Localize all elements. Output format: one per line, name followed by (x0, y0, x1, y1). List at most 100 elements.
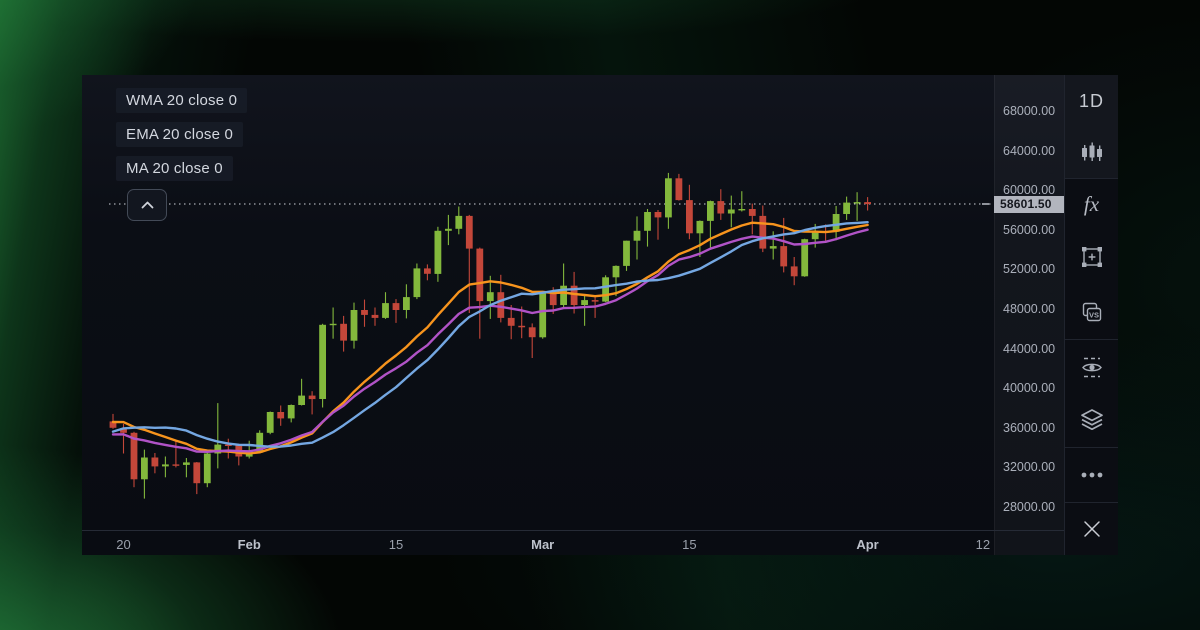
x-axis-label: 15 (389, 537, 403, 552)
ellipsis-icon (1079, 463, 1105, 487)
layers-icon (1079, 408, 1105, 432)
candle (550, 293, 557, 305)
y-axis-label: 48000.00 (1003, 301, 1055, 317)
candle (665, 178, 672, 217)
x-axis-label: 20 (116, 537, 130, 552)
indicator-line-ma[interactable] (113, 222, 868, 447)
svg-text:VS: VS (1088, 310, 1098, 319)
candle (340, 324, 347, 341)
frame-plus-icon (1080, 245, 1104, 269)
candle (141, 458, 148, 480)
legend-item-ma-label: MA 20 close 0 (116, 156, 233, 181)
y-axis-label: 44000.00 (1003, 341, 1055, 357)
candles-icon (1080, 142, 1104, 164)
y-axis-label: 64000.00 (1003, 143, 1055, 159)
candle (749, 209, 756, 216)
candle (676, 178, 683, 200)
last-price-value: 58601.50 (1000, 197, 1052, 211)
indicator-legend: WMA 20 close 0 EMA 20 close 0 MA 20 clos… (116, 88, 247, 190)
candle (455, 216, 462, 229)
y-axis-label: 68000.00 (1003, 103, 1055, 119)
more-button[interactable] (1065, 447, 1118, 502)
candle (162, 464, 169, 466)
legend-collapse-button[interactable] (127, 189, 167, 221)
y-axis-label: 36000.00 (1003, 420, 1055, 436)
candle (497, 292, 504, 318)
x-axis-label: 12 (976, 537, 990, 552)
candle (686, 200, 693, 233)
candle (277, 412, 284, 418)
chart-style-button[interactable] (1065, 127, 1118, 178)
candle (152, 458, 159, 467)
indicators-button[interactable]: fx (1065, 178, 1118, 230)
candle (351, 310, 358, 341)
candle (864, 202, 871, 204)
candle (644, 212, 651, 231)
candle (613, 266, 620, 277)
indicator-line-ema[interactable] (113, 230, 868, 452)
candle (298, 396, 305, 405)
candle (518, 326, 525, 328)
candle (791, 266, 798, 276)
legend-item-wma[interactable]: WMA 20 close 0 (116, 88, 247, 113)
candle (592, 300, 599, 302)
candle (655, 212, 662, 217)
candle (717, 201, 724, 213)
candle (288, 405, 295, 418)
candle (602, 277, 609, 301)
candle (738, 209, 745, 210)
candle (372, 315, 379, 318)
candle (414, 268, 421, 297)
candle (529, 327, 536, 337)
candle (854, 202, 861, 203)
y-axis-label: 40000.00 (1003, 380, 1055, 396)
candle (634, 231, 641, 241)
x-axis-label: Mar (531, 537, 554, 552)
hide-drawings-button[interactable] (1065, 339, 1118, 393)
candle (309, 396, 316, 400)
x-axis-label: Feb (238, 537, 261, 552)
candle (330, 324, 337, 325)
candle (424, 268, 431, 273)
eye-dashed-icon (1079, 355, 1105, 379)
candle (780, 246, 787, 266)
close-button[interactable] (1065, 502, 1118, 555)
layers-button[interactable] (1065, 393, 1118, 447)
candle (204, 454, 211, 484)
legend-item-wma-label: WMA 20 close 0 (116, 88, 247, 113)
fx-icon: fx (1084, 192, 1099, 217)
x-axis-label: Apr (856, 537, 878, 552)
y-axis-label: 32000.00 (1003, 459, 1055, 475)
compare-button[interactable]: VS (1065, 284, 1118, 339)
candle (361, 310, 368, 315)
candle (403, 297, 410, 310)
candle (193, 462, 200, 483)
candle (393, 303, 400, 310)
time-axis[interactable]: 20 Feb 15 Mar 15 Apr 12 (82, 530, 1064, 555)
close-icon (1080, 517, 1104, 541)
frame-expand-button[interactable] (1065, 230, 1118, 284)
candle (707, 201, 714, 221)
candle (445, 229, 452, 231)
candle (508, 318, 515, 326)
legend-item-ema[interactable]: EMA 20 close 0 (116, 122, 247, 147)
candle (833, 214, 840, 232)
candle (476, 249, 483, 302)
chart-widget: WMA 20 close 0 EMA 20 close 0 MA 20 clos… (82, 75, 1118, 555)
candle (539, 293, 546, 337)
candle (843, 203, 850, 214)
candle (728, 210, 735, 214)
price-axis[interactable]: 68000.0064000.0060000.0056000.0052000.00… (994, 75, 1064, 555)
x-axis-label: 15 (682, 537, 696, 552)
interval-button[interactable]: 1D (1065, 75, 1118, 127)
candle (382, 303, 389, 318)
indicator-line-wma[interactable] (113, 223, 868, 454)
candle (623, 241, 630, 266)
y-axis-label: 56000.00 (1003, 222, 1055, 238)
legend-item-ema-label: EMA 20 close 0 (116, 122, 243, 147)
interval-label: 1D (1079, 91, 1104, 112)
legend-item-ma[interactable]: MA 20 close 0 (116, 156, 247, 181)
right-toolbar: 1D fx VS (1064, 75, 1118, 555)
candle (581, 300, 588, 305)
last-price-tag: 58601.50 (994, 196, 1064, 213)
